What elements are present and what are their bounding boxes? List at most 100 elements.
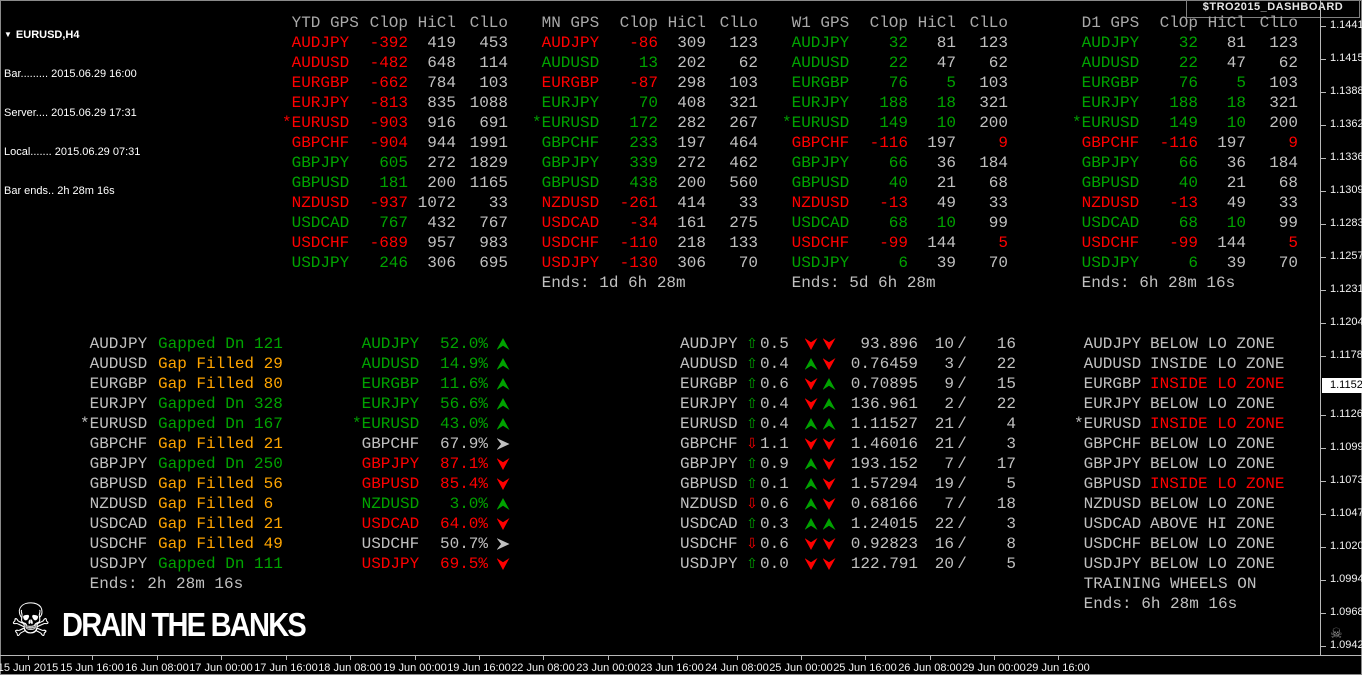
- gps-header: D1 GPS ClOp HiCl ClLo: [1072, 13, 1298, 33]
- current-price-badge: 1.11527: [1322, 378, 1362, 393]
- clop-cell: 22: [888, 54, 908, 72]
- col-header-clop: ClOp: [1159, 14, 1198, 32]
- cllo-cell: 62: [988, 54, 1008, 72]
- cllo-cell: 767: [479, 214, 508, 232]
- hicl-cell: 144: [927, 234, 956, 252]
- price-axis-label: 1.12310: [1330, 283, 1362, 295]
- hicl-cell: 272: [677, 154, 706, 172]
- slash: /: [957, 335, 967, 353]
- symbol-cell: GBPJPY: [532, 154, 600, 172]
- col-header-hicl: HiCl: [417, 14, 456, 32]
- psycho-row: GBPUSD ⇧ 0.1 1.57294 19/ 5: [680, 474, 1016, 494]
- time-axis[interactable]: 15 Jun 2015 15 Jun 16:00 16 Jun 08:00 17 Ju…: [0, 655, 1362, 675]
- weekly-gap-row: EURJPY Gapped Dn 328: [80, 394, 388, 414]
- symbol-cell: USDJPY: [532, 254, 600, 272]
- ask-cell: 21: [934, 415, 954, 433]
- symbol-cell: USDJPY: [680, 555, 738, 573]
- time-tick: [221, 656, 222, 660]
- weekly-gap-row: *EURUSD Gapped Dn 167: [80, 414, 388, 434]
- zone-row: *EURUSD INSIDE LO ZONE: [1074, 414, 1284, 434]
- price-axis-label: 1.11260: [1330, 408, 1362, 420]
- zone-cell: BELOW LO ZONE: [1150, 555, 1275, 573]
- time-axis-label: 17 Jun 00:00: [189, 662, 253, 674]
- symbol-cell: EURJPY: [1074, 395, 1142, 413]
- price-axis-label: 1.12835: [1330, 217, 1362, 229]
- pct-cell: 52.0%: [439, 335, 488, 353]
- chevron-up-icon: [804, 418, 818, 430]
- arrow-cell: [802, 438, 820, 450]
- clop-cell: 233: [629, 134, 658, 152]
- psycho-value: 1.1: [760, 435, 789, 453]
- hicl-cell: 1072: [417, 194, 456, 212]
- cllo-cell: 9: [998, 134, 1008, 152]
- cllo-cell: 68: [1278, 174, 1298, 192]
- chevron-dn-icon: [804, 538, 818, 550]
- arrow-down-icon: ⇩: [746, 436, 758, 452]
- ytd-range-row: GBPJPY 87.1%: [352, 454, 518, 474]
- hicl-cell: 10: [936, 114, 956, 132]
- d1-zone-title: D1 High/Top Bottom/Low: [1084, 315, 1296, 333]
- time-axis-label: 18 Jun 08:00: [318, 662, 382, 674]
- price-tick: [1321, 580, 1326, 581]
- arrow-cell: [488, 498, 518, 510]
- arrow-up-icon: ⇧: [746, 516, 758, 532]
- cllo-cell: 184: [979, 154, 1008, 172]
- price-tick: [1321, 646, 1326, 647]
- symbol-cell: GBPCHF: [352, 435, 420, 453]
- arrow-cell: [802, 458, 820, 470]
- gps-row: NZDUSD -13 49 33: [1072, 193, 1298, 213]
- arrow-down-icon: ⇩: [746, 536, 758, 552]
- hicl-cell: 306: [427, 254, 456, 272]
- zone-cell: INSIDE LO ZONE: [1150, 415, 1285, 433]
- gps-row: EURJPY -813 835 1088: [282, 93, 508, 113]
- symbol-cell: AUDJPY: [352, 335, 420, 353]
- hicl-cell: 309: [677, 34, 706, 52]
- symbol-cell: EURJPY: [532, 94, 600, 112]
- symbol-cell: *EURUSD: [1074, 415, 1142, 433]
- symbol-dropdown-icon[interactable]: ▼: [4, 30, 12, 39]
- gps-row: GBPUSD 181 200 1165: [282, 173, 508, 193]
- arrow-cell: [802, 558, 820, 570]
- symbol-cell: NZDUSD: [782, 194, 850, 212]
- price-tick: [1321, 158, 1326, 159]
- clop-cell: 22: [1178, 54, 1198, 72]
- bid-cell: 15: [996, 375, 1016, 393]
- chart-title: ▼ EURUSD,H4: [4, 28, 140, 42]
- hicl-cell: 414: [677, 194, 706, 212]
- ytd-range-row: AUDJPY 52.0%: [352, 334, 518, 354]
- price-axis-label: 1.09945: [1330, 573, 1362, 585]
- symbol-cell: GBPUSD: [80, 475, 148, 493]
- price-tick: [1321, 59, 1326, 60]
- pct-cell: 14.9%: [439, 355, 488, 373]
- gps-table-title: W1 GPS: [782, 14, 850, 32]
- gps-row: AUDUSD -482 648 114: [282, 53, 508, 73]
- ends-label: Ends: 6h 28m 16s: [1072, 274, 1236, 292]
- arrow-cell: [802, 418, 820, 430]
- price-axis[interactable]: 1.14410 1.14150 1.13885 1.13625 1.13360 1.130…: [1320, 0, 1362, 655]
- price-tick: [1321, 290, 1326, 291]
- cllo-cell: 68: [988, 174, 1008, 192]
- hicl-cell: 197: [677, 134, 706, 152]
- symbol-cell: EURGBP: [782, 74, 850, 92]
- cllo-cell: 62: [738, 54, 758, 72]
- clop-cell: 40: [888, 174, 908, 192]
- time-axis-label: 29 Jun 16:00: [1026, 662, 1090, 674]
- symbol-cell: EURGBP: [80, 375, 148, 393]
- clop-cell: 32: [1178, 34, 1198, 52]
- chevron-dn-icon: [822, 458, 836, 470]
- symbol-cell: NZDUSD: [80, 495, 148, 513]
- psycho-row: NZDUSD ⇩ 0.6 0.68166 7/ 18: [680, 494, 1016, 514]
- gps-header: YTD GPS ClOp HiCl ClLo: [282, 13, 508, 33]
- chevron-up-icon: [822, 378, 836, 390]
- pct-cell: 87.1%: [439, 455, 488, 473]
- clop-cell: 76: [888, 74, 908, 92]
- symbol-cell: GBPJPY: [782, 154, 850, 172]
- symbol-cell: AUDUSD: [80, 355, 148, 373]
- cllo-cell: 983: [479, 234, 508, 252]
- cllo-cell: 133: [729, 234, 758, 252]
- symbol-cell: GBPCHF: [1074, 435, 1142, 453]
- slash: /: [957, 535, 967, 553]
- cllo-cell: 1991: [469, 134, 508, 152]
- time-axis-label: 25 Jun 16:00: [833, 662, 897, 674]
- gps-row: NZDUSD -13 49 33: [782, 193, 1008, 213]
